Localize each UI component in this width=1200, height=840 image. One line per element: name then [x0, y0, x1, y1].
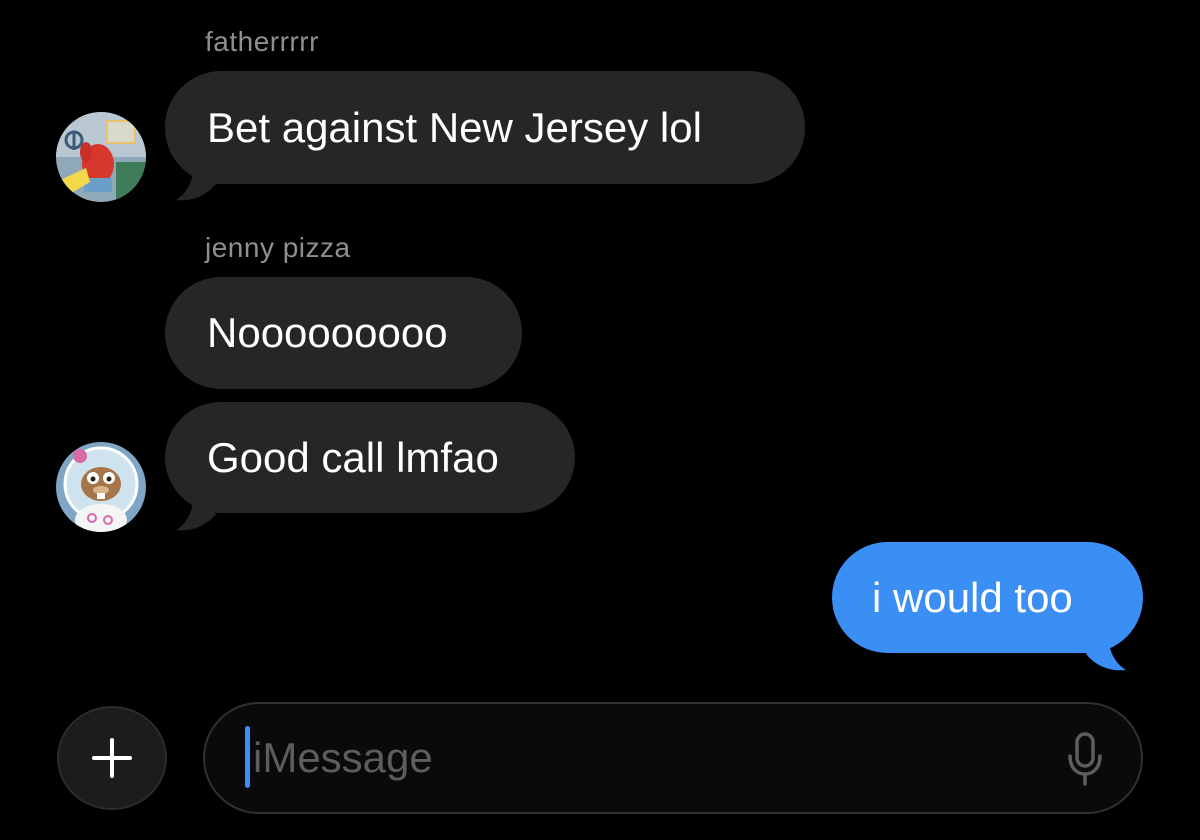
message-bubble[interactable]: Good call lmfao: [165, 402, 575, 513]
plus-icon: [92, 738, 132, 778]
message-bubble[interactable]: Nooooooooo: [165, 277, 522, 389]
bubble-tail: [1086, 632, 1126, 671]
text-caret: [245, 726, 250, 788]
message-input[interactable]: iMessage: [203, 702, 1143, 814]
sender-name: jenny pizza: [205, 232, 351, 263]
message-thread: fatherrrrr Bet against New Jersey lol je…: [0, 0, 1200, 840]
microphone-icon[interactable]: [1065, 732, 1105, 788]
add-attachment-button[interactable]: [57, 706, 167, 810]
message-text: Good call lmfao: [207, 433, 499, 481]
mr-krabs-avatar[interactable]: [56, 112, 146, 202]
message-text: Nooooooooo: [207, 309, 448, 356]
sandy-cheeks-avatar[interactable]: [56, 442, 146, 532]
bubble-tail: [176, 162, 216, 201]
message-text: Bet against New Jersey lol: [207, 103, 702, 151]
sender-name: fatherrrrr: [205, 26, 319, 57]
bubble-tail: [176, 492, 216, 531]
message-input-placeholder: iMessage: [253, 734, 433, 781]
message-bubble[interactable]: Bet against New Jersey lol: [165, 71, 805, 184]
message-text: i would too: [872, 573, 1073, 621]
